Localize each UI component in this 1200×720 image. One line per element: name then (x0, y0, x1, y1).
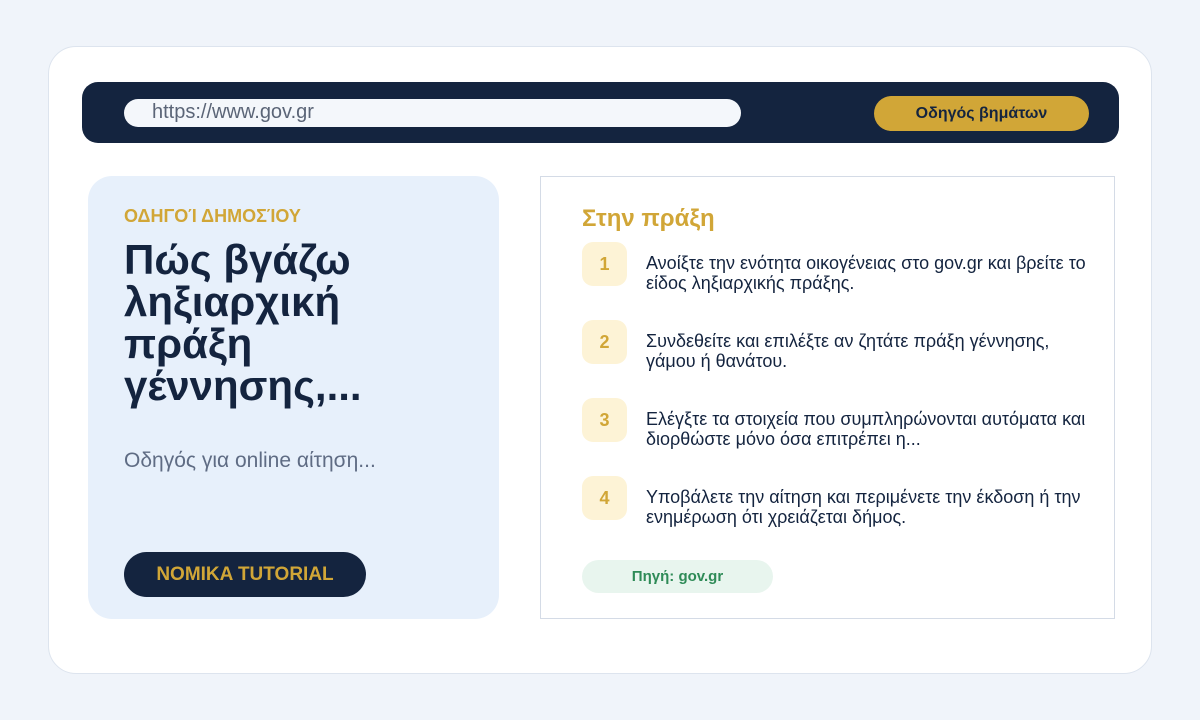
browser-top-bar: https://www.gov.gr Οδηγός βημάτων (82, 82, 1119, 143)
steps-list: 1 Ανοίξτε την ενότητα οικογένειας στο go… (582, 242, 1086, 554)
step-text: Υποβάλετε την αίτηση και περιμένετε την … (646, 487, 1081, 527)
hero-panel: ΟΔΗΓΟΊ ΔΗΜΟΣΊΟΥ Πώς βγάζω ληξιαρχική πρά… (88, 176, 499, 619)
steps-heading: Στην πράξη (582, 205, 715, 232)
step-item: 1 Ανοίξτε την ενότητα οικογένειας στο go… (582, 242, 1086, 293)
step-item: 4 Υποβάλετε την αίτηση και περιμένετε τη… (582, 476, 1082, 527)
tutorial-button[interactable]: NOMIKA TUTORIAL (124, 552, 366, 597)
source-badge[interactable]: Πηγή: gov.gr (582, 560, 773, 593)
url-bar[interactable]: https://www.gov.gr (124, 99, 741, 127)
step-number-badge: 4 (582, 476, 627, 520)
step-text: Ανοίξτε την ενότητα οικογένειας στο gov.… (646, 253, 1086, 293)
steps-guide-button[interactable]: Οδηγός βημάτων (874, 96, 1089, 131)
step-text: Ελέγξτε τα στοιχεία που συμπληρώνονται α… (646, 409, 1086, 449)
step-number-badge: 2 (582, 320, 627, 364)
page-title: Πώς βγάζω ληξιαρχική πράξη γέννησης,... (124, 236, 362, 409)
step-number-badge: 3 (582, 398, 627, 442)
step-number-badge: 1 (582, 242, 627, 286)
step-text: Συνδεθείτε και επιλέξτε αν ζητάτε πράξη … (646, 331, 1050, 371)
steps-panel: Στην πράξη 1 Ανοίξτε την ενότητα οικογέν… (540, 176, 1115, 619)
step-item: 2 Συνδεθείτε και επιλέξτε αν ζητάτε πράξ… (582, 320, 1082, 371)
hero-subtitle: Οδηγός για online αίτηση... (124, 449, 376, 472)
step-item: 3 Ελέγξτε τα στοιχεία που συμπληρώνονται… (582, 398, 1085, 449)
hero-eyebrow: ΟΔΗΓΟΊ ΔΗΜΟΣΊΟΥ (124, 206, 301, 226)
